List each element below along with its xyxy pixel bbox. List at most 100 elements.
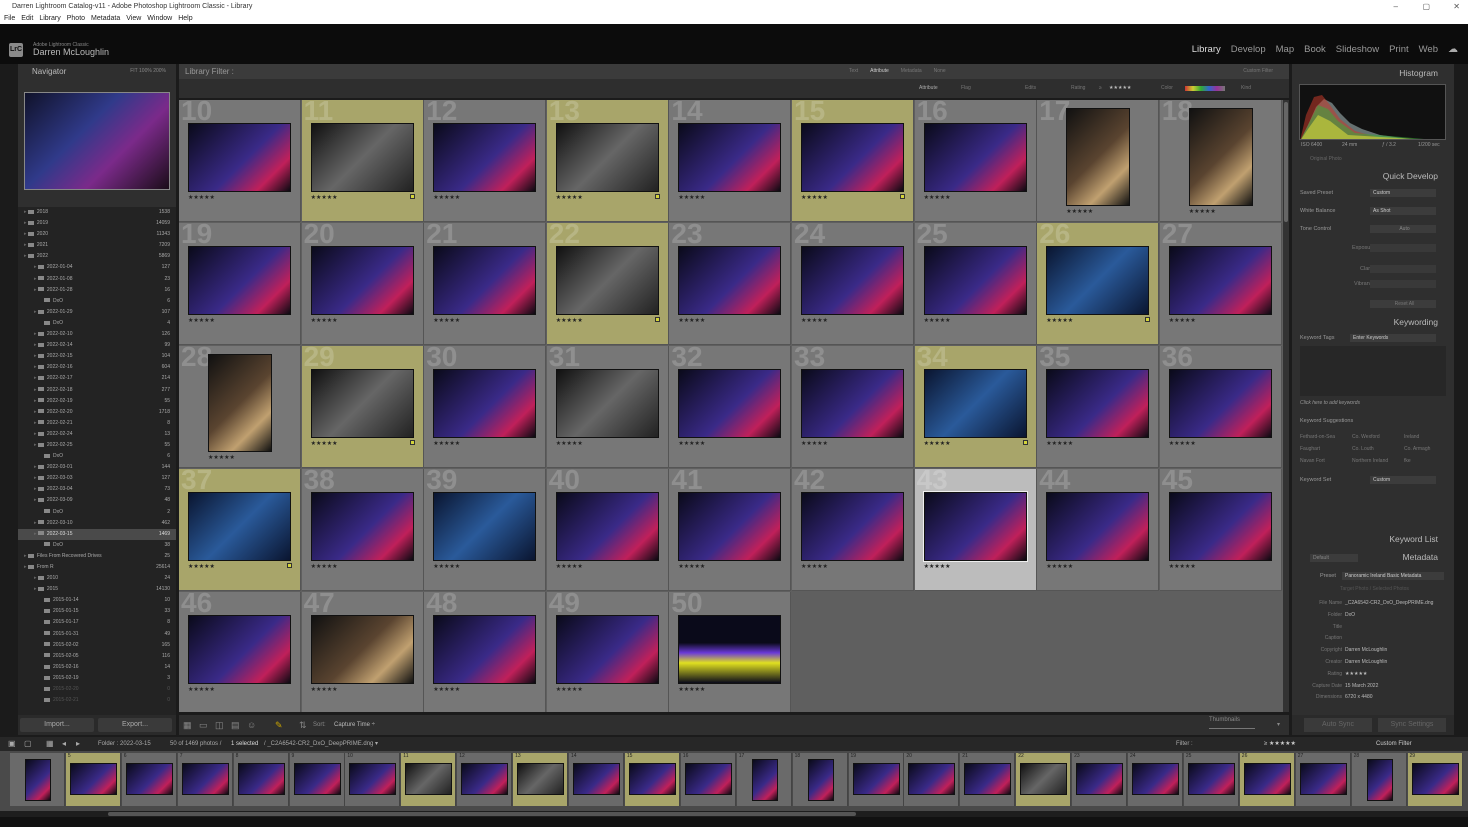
- display-icon[interactable]: ▣: [8, 737, 16, 751]
- grid-cell[interactable]: 40 ★★★★★: [546, 469, 669, 591]
- menu-item-edit[interactable]: Edit: [21, 15, 33, 22]
- folder-row[interactable]: ▸ 2022-01-29 107: [18, 307, 176, 318]
- folder-row[interactable]: 2015-01-14 10: [18, 595, 176, 606]
- module-slideshow[interactable]: Slideshow: [1336, 44, 1379, 55]
- folder-row[interactable]: ▸ From R 25614: [18, 562, 176, 573]
- star-rating[interactable]: ★★★★★: [924, 317, 951, 324]
- bottom-panel-toggle[interactable]: [0, 817, 1468, 827]
- metadata-view-select[interactable]: Default: [1310, 554, 1358, 562]
- grid-cell[interactable]: 11 ★★★★★: [301, 100, 424, 222]
- rating-filter-stars[interactable]: ★★★★★: [1109, 79, 1131, 98]
- star-rating[interactable]: ★★★★★: [556, 194, 583, 201]
- star-rating[interactable]: ★★★★★: [433, 194, 460, 201]
- star-rating[interactable]: ★★★★★: [924, 563, 951, 570]
- star-rating[interactable]: ★★★★★: [678, 440, 705, 447]
- filmstrip-thumbnail[interactable]: [751, 759, 778, 801]
- star-rating[interactable]: ★★★★★: [801, 440, 828, 447]
- keywords-textarea[interactable]: [1300, 346, 1446, 396]
- metadata-value[interactable]: Darren McLoughlin: [1345, 647, 1440, 653]
- grid-cell[interactable]: 35 ★★★★★: [1037, 346, 1160, 468]
- menu-item-help[interactable]: Help: [178, 15, 192, 22]
- filmstrip-cell[interactable]: 26: [1239, 753, 1295, 806]
- filmstrip-scrollbar-thumb[interactable]: [108, 812, 856, 816]
- photo-thumbnail[interactable]: [188, 246, 291, 315]
- photo-thumbnail[interactable]: [555, 369, 659, 438]
- target-photo-toggle[interactable]: Target Photo / Selected Photos: [1340, 586, 1409, 592]
- menu-item-file[interactable]: File: [4, 15, 15, 22]
- kind-filter[interactable]: Kind: [1241, 79, 1251, 98]
- filmstrip-thumbnail[interactable]: [293, 763, 341, 795]
- compare-view-icon[interactable]: ◫: [215, 715, 224, 735]
- grid-scrollbar-thumb[interactable]: [1284, 102, 1288, 222]
- metadata-value[interactable]: DxO: [1345, 612, 1440, 618]
- photo-thumbnail[interactable]: [433, 492, 537, 561]
- folder-row[interactable]: DxO 38: [18, 540, 176, 551]
- grid-cell[interactable]: 50 ★★★★★: [669, 592, 792, 712]
- filmstrip-cell[interactable]: 17: [736, 753, 792, 806]
- keyword-suggestion[interactable]: Co. Louth: [1352, 446, 1374, 452]
- folder-row[interactable]: ▸ 2022-01-28 16: [18, 285, 176, 296]
- grid-cell[interactable]: 43 ★★★★★: [914, 469, 1037, 591]
- filmstrip-cell[interactable]: 14: [569, 753, 624, 806]
- photo-thumbnail[interactable]: [208, 354, 272, 452]
- painter-icon[interactable]: ✎: [275, 715, 283, 735]
- metadata-value[interactable]: 15 March 2022: [1345, 683, 1440, 689]
- keyword-suggestion[interactable]: Northern Ireland: [1352, 458, 1388, 464]
- filmstrip-thumbnail[interactable]: [1243, 763, 1291, 795]
- grid-icon[interactable]: ▦: [46, 737, 54, 751]
- thumbnail-size-slider[interactable]: [1209, 728, 1255, 729]
- menu-item-window[interactable]: Window: [147, 15, 172, 22]
- filmstrip-thumbnail[interactable]: [237, 763, 285, 795]
- navigator-preview[interactable]: [24, 92, 170, 190]
- auto-tone-button[interactable]: Auto: [1370, 225, 1436, 233]
- saved-preset-select[interactable]: Custom: [1370, 189, 1436, 197]
- grid-cell[interactable]: 20 ★★★★★: [301, 223, 424, 345]
- grid-cell[interactable]: 29 ★★★★★: [301, 346, 424, 468]
- grid-cell[interactable]: 48 ★★★★★: [424, 592, 547, 712]
- filmstrip-thumbnail[interactable]: [628, 763, 676, 795]
- folder-row[interactable]: ▸ 2022-02-18 277: [18, 385, 176, 396]
- filmstrip-thumbnail[interactable]: [908, 763, 956, 795]
- grid-cell[interactable]: 27 ★★★★★: [1159, 223, 1282, 345]
- people-view-icon[interactable]: ☺: [247, 715, 256, 735]
- grid-cell[interactable]: 10 ★★★★★: [179, 100, 301, 222]
- folder-row[interactable]: 2015-01-17 8: [18, 617, 176, 628]
- folder-row[interactable]: ▸ 2022-03-10 462: [18, 518, 176, 529]
- color-filter[interactable]: Color: [1161, 79, 1173, 98]
- navigator-header[interactable]: Navigator FIT 100% 200%: [18, 64, 176, 79]
- back-icon[interactable]: ◂: [62, 737, 66, 751]
- photo-thumbnail[interactable]: [433, 615, 537, 684]
- photo-thumbnail[interactable]: [923, 246, 1027, 315]
- metadata-preset-select[interactable]: Panoramic Ireland Basic Metadata: [1342, 572, 1444, 580]
- filmstrip-thumbnail[interactable]: [349, 763, 397, 795]
- filmstrip-thumbnail[interactable]: [1299, 763, 1347, 795]
- rating-op[interactable]: ≥: [1099, 79, 1102, 98]
- folder-row[interactable]: ▸ 2021 7209: [18, 240, 176, 251]
- photo-thumbnail[interactable]: [555, 123, 659, 192]
- star-rating[interactable]: ★★★★★: [678, 563, 705, 570]
- folder-path[interactable]: Folder : 2022-03-15: [98, 737, 151, 751]
- toolbar-menu-icon[interactable]: ▾: [1277, 715, 1280, 735]
- menu-item-view[interactable]: View: [126, 15, 141, 22]
- filmstrip-cell[interactable]: 11: [401, 753, 457, 806]
- folder-row[interactable]: ▸ 2022-02-19 55: [18, 396, 176, 407]
- filmstrip-thumbnail[interactable]: [1020, 763, 1068, 795]
- metadata-value[interactable]: Darren McLoughlin: [1345, 659, 1440, 665]
- grid-cell[interactable]: 46 ★★★★★: [179, 592, 301, 712]
- folder-row[interactable]: DxO 2: [18, 507, 176, 518]
- minimize-icon[interactable]: –: [1394, 0, 1398, 13]
- flag-filter[interactable]: Flag: [961, 79, 971, 98]
- metadata-header[interactable]: Metadata: [1403, 552, 1438, 562]
- photo-thumbnail[interactable]: [555, 492, 659, 561]
- folder-row[interactable]: ▸ 2019 14059: [18, 218, 176, 229]
- grid-cell[interactable]: 30 ★★★★★: [424, 346, 547, 468]
- filmstrip-cell[interactable]: 5: [65, 753, 121, 806]
- star-rating[interactable]: ★★★★★: [188, 563, 215, 570]
- keyword-suggestion[interactable]: Fethard-on-Sea: [1300, 434, 1335, 440]
- grid-cell[interactable]: 39 ★★★★★: [424, 469, 547, 591]
- star-rating[interactable]: ★★★★★: [188, 686, 215, 693]
- module-print[interactable]: Print: [1389, 44, 1409, 55]
- folder-row[interactable]: 2015-02-16 14: [18, 662, 176, 673]
- photo-thumbnail[interactable]: [310, 369, 414, 438]
- filmstrip-cell[interactable]: 13: [513, 753, 569, 806]
